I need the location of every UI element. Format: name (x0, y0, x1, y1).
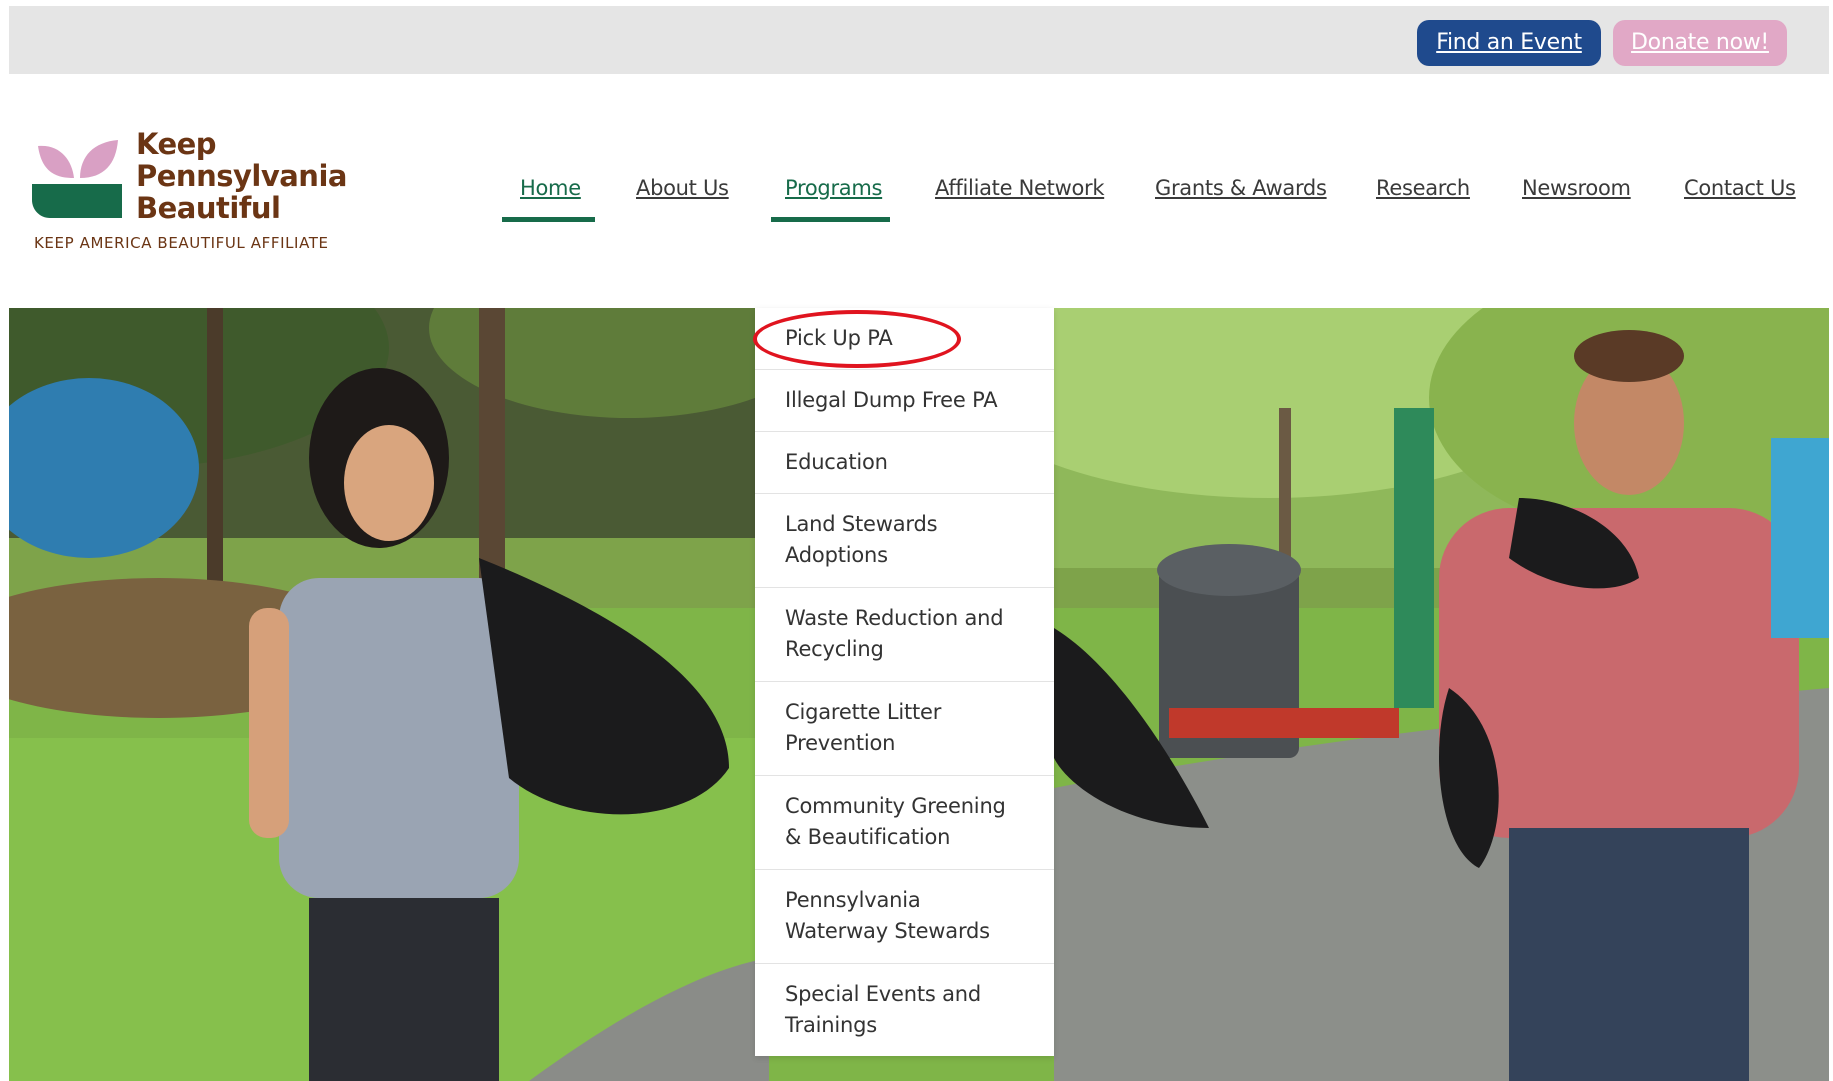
dropdown-item-pennsylvania-waterway-stewards[interactable]: Pennsylvania Waterway Stewards (755, 870, 1054, 964)
dropdown-item-label-line1: Community Greening (785, 794, 1006, 818)
nav-grants-awards[interactable]: Grants & Awards (1155, 176, 1327, 200)
logo-line-keep: Keep (136, 127, 217, 161)
dropdown-item-education[interactable]: Education (755, 432, 1054, 494)
dropdown-item-label: Illegal Dump Free PA (785, 388, 998, 412)
dropdown-item-community-greening[interactable]: Community Greening & Beautification (755, 776, 1054, 870)
nav-newsroom[interactable]: Newsroom (1522, 176, 1631, 200)
dropdown-item-illegal-dump-free-pa[interactable]: Illegal Dump Free PA (755, 370, 1054, 432)
programs-dropdown-menu: Pick Up PA Illegal Dump Free PA Educatio… (755, 308, 1054, 1056)
dropdown-item-label-line1: Cigarette Litter (785, 700, 942, 724)
dropdown-item-label-line2: Prevention (785, 731, 896, 755)
dropdown-item-cigarette-litter-prevention[interactable]: Cigarette Litter Prevention (755, 682, 1054, 776)
nav-programs-active-indicator (771, 217, 890, 222)
dropdown-item-waste-reduction-recycling[interactable]: Waste Reduction and Recycling (755, 588, 1054, 682)
dropdown-item-label-line2: Trainings (785, 1013, 878, 1037)
nav-research[interactable]: Research (1376, 176, 1470, 200)
dropdown-item-label-line1: Special Events and (785, 982, 982, 1006)
nav-affiliate-network[interactable]: Affiliate Network (935, 176, 1104, 200)
dropdown-item-land-stewards-adoptions[interactable]: Land Stewards Adoptions (755, 494, 1054, 588)
nav-about-us[interactable]: About Us (636, 176, 729, 200)
dropdown-item-label-line1: Pennsylvania (785, 888, 921, 912)
dropdown-item-label: Pick Up PA (785, 326, 893, 350)
logo-affiliate-tagline: KEEP AMERICA BEAUTIFUL AFFILIATE (34, 234, 329, 252)
dropdown-item-label-line2: & Beautification (785, 825, 951, 849)
nav-home[interactable]: Home (520, 176, 581, 200)
nav-contact-us[interactable]: Contact Us (1684, 176, 1796, 200)
dropdown-item-label-line2: Waterway Stewards (785, 919, 990, 943)
dropdown-item-pick-up-pa[interactable]: Pick Up PA (755, 308, 1054, 370)
dropdown-item-label-line1: Land Stewards (785, 512, 938, 536)
donate-now-button[interactable]: Donate now! (1613, 20, 1787, 66)
dropdown-item-label: Education (785, 450, 888, 474)
dropdown-item-label-line2: Recycling (785, 637, 884, 661)
dropdown-item-special-events-trainings[interactable]: Special Events and Trainings (755, 964, 1054, 1056)
find-an-event-button[interactable]: Find an Event (1417, 20, 1601, 66)
nav-home-active-indicator (502, 217, 595, 222)
main-nav: Home About Us Programs Affiliate Network… (0, 172, 1833, 232)
dropdown-item-label-line2: Adoptions (785, 543, 888, 567)
dropdown-item-label-line1: Waste Reduction and (785, 606, 1004, 630)
nav-programs[interactable]: Programs (785, 176, 882, 200)
